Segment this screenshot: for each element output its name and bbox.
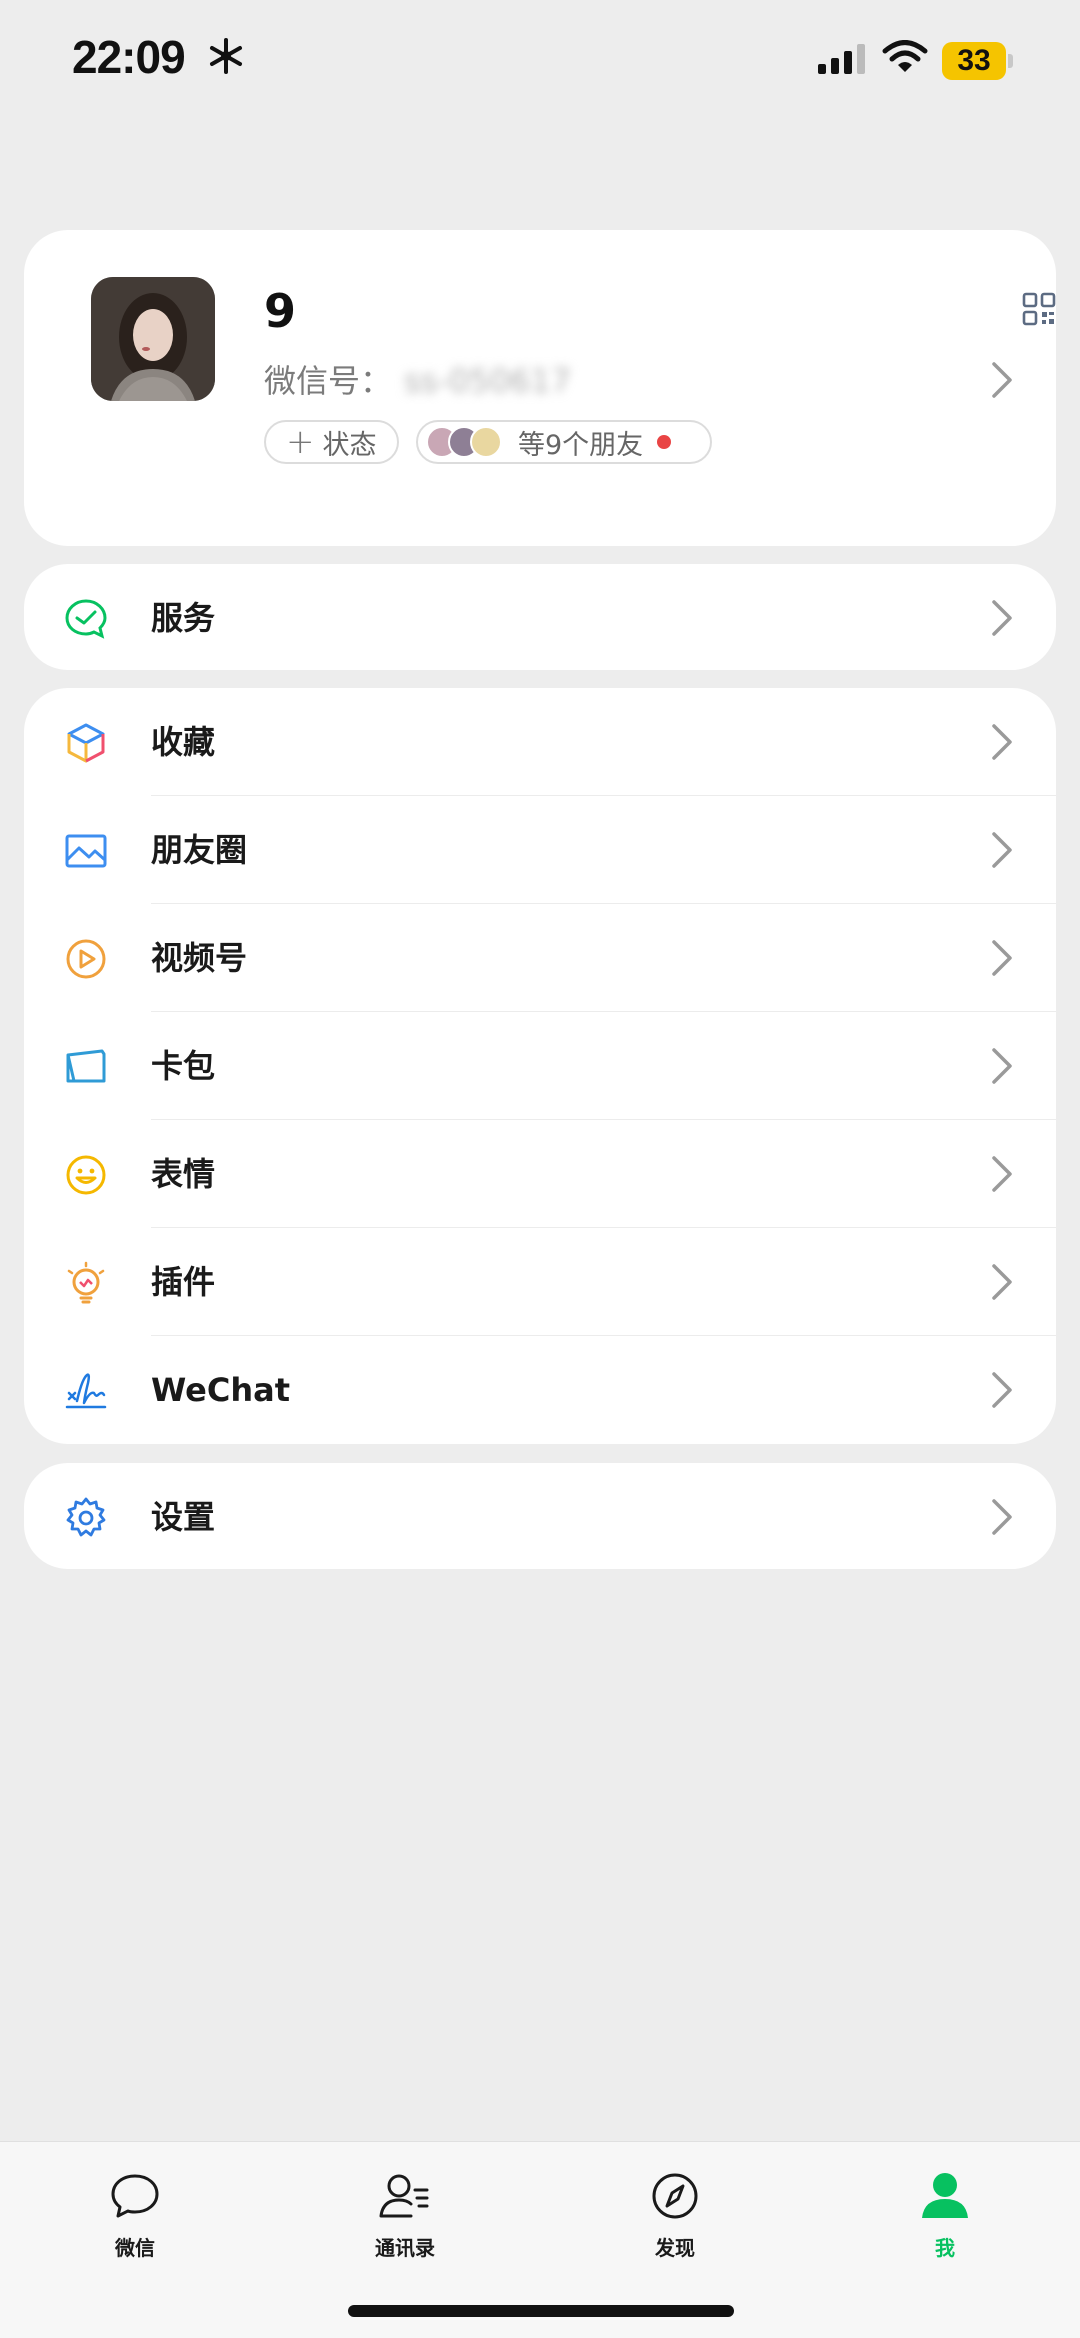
menu-item-plugins[interactable]: 插件 bbox=[24, 1228, 1056, 1336]
wechat-signature-icon bbox=[65, 1373, 107, 1409]
moments-photo-icon bbox=[65, 834, 107, 868]
menu-item-label: 卡包 bbox=[151, 1047, 216, 1085]
profile-name: 9 bbox=[264, 284, 297, 338]
settings-card: 设置 bbox=[24, 1463, 1056, 1569]
battery-cap bbox=[1008, 54, 1013, 68]
menu-item-label: 朋友圈 bbox=[151, 831, 248, 869]
menu-item-label: 视频号 bbox=[151, 939, 248, 977]
chevron-right-icon bbox=[992, 1264, 1012, 1300]
snowflake-icon bbox=[210, 38, 242, 74]
tab-label: 通讯录 bbox=[375, 2236, 435, 2260]
unread-dot bbox=[657, 435, 672, 449]
qr-code-icon[interactable] bbox=[1022, 292, 1056, 326]
channels-play-icon bbox=[66, 939, 106, 979]
favorites-cube-icon bbox=[67, 723, 105, 763]
friends-status-pill[interactable]: 等9个朋友 bbox=[416, 420, 712, 464]
contacts-icon bbox=[379, 2174, 429, 2218]
wechat-id: 微信号： ss-050617 bbox=[264, 356, 571, 402]
status-bar: 22:09 33 bbox=[0, 0, 1080, 120]
status-button-label: 状态 bbox=[322, 429, 377, 461]
tab-discover[interactable]: 发现 bbox=[595, 2168, 755, 2261]
home-indicator bbox=[348, 2305, 734, 2317]
battery-level: 33 bbox=[957, 44, 991, 77]
chevron-right-icon bbox=[992, 724, 1012, 760]
profile-card[interactable]: 9 微信号： ss-050617 + 状态 等9个朋友 bbox=[24, 230, 1056, 546]
menu-item-label: 插件 bbox=[151, 1263, 216, 1301]
menu-item-label: WeChat bbox=[151, 1371, 291, 1409]
chevron-right-icon bbox=[992, 1499, 1012, 1535]
tab-me[interactable]: 我 bbox=[865, 2168, 1025, 2261]
chevron-right-icon bbox=[992, 832, 1012, 868]
tab-chats[interactable]: 微信 bbox=[55, 2168, 215, 2261]
features-card: 收藏 朋友圈 视频号 卡包 表情 插件 WeChat bbox=[24, 688, 1056, 1444]
friend-avatar bbox=[470, 426, 502, 458]
wechat-id-value: ss-050617 bbox=[404, 362, 572, 400]
menu-item-card-wallet[interactable]: 卡包 bbox=[24, 1012, 1056, 1120]
status-time: 22:09 bbox=[72, 31, 186, 83]
menu-item-label: 设置 bbox=[151, 1498, 216, 1536]
plus-icon: + bbox=[286, 422, 315, 462]
menu-item-moments[interactable]: 朋友圈 bbox=[24, 796, 1056, 904]
menu-item-settings[interactable]: 设置 bbox=[24, 1463, 1056, 1569]
gear-icon bbox=[66, 1497, 106, 1537]
menu-item-wechat[interactable]: WeChat bbox=[24, 1336, 1056, 1444]
menu-item-label: 收藏 bbox=[151, 723, 216, 761]
menu-item-services[interactable]: 服务 bbox=[24, 564, 1056, 670]
chevron-right-icon bbox=[992, 1156, 1012, 1192]
chevron-right-icon bbox=[992, 1372, 1012, 1408]
menu-item-label: 服务 bbox=[151, 599, 216, 637]
chevron-right-icon bbox=[992, 362, 1012, 398]
battery-indicator: 33 bbox=[942, 42, 1006, 80]
tab-contacts[interactable]: 通讯录 bbox=[325, 2168, 485, 2261]
plugin-bulb-icon bbox=[67, 1261, 105, 1304]
services-icon bbox=[65, 599, 107, 639]
menu-item-channels[interactable]: 视频号 bbox=[24, 904, 1056, 1012]
menu-item-favorites[interactable]: 收藏 bbox=[24, 688, 1056, 796]
add-status-button[interactable]: + 状态 bbox=[264, 420, 399, 464]
person-icon bbox=[922, 2173, 968, 2218]
card-wallet-icon bbox=[66, 1049, 106, 1083]
tab-label: 我 bbox=[935, 2236, 955, 2260]
sticker-smile-icon bbox=[66, 1155, 106, 1195]
menu-item-label: 表情 bbox=[151, 1155, 216, 1193]
wifi-icon bbox=[882, 40, 928, 72]
chevron-right-icon bbox=[992, 600, 1012, 636]
chevron-right-icon bbox=[992, 940, 1012, 976]
compass-icon bbox=[652, 2173, 698, 2219]
cellular-signal-icon bbox=[818, 44, 865, 74]
services-card: 服务 bbox=[24, 564, 1056, 670]
tab-label: 发现 bbox=[655, 2236, 695, 2260]
chevron-right-icon bbox=[992, 1048, 1012, 1084]
wechat-id-label: 微信号： bbox=[264, 362, 393, 400]
menu-item-stickers[interactable]: 表情 bbox=[24, 1120, 1056, 1228]
friends-text: 等9个朋友 bbox=[518, 429, 644, 461]
tab-label: 微信 bbox=[115, 2236, 155, 2260]
chat-bubble-icon bbox=[111, 2174, 159, 2218]
avatar[interactable] bbox=[91, 277, 215, 401]
